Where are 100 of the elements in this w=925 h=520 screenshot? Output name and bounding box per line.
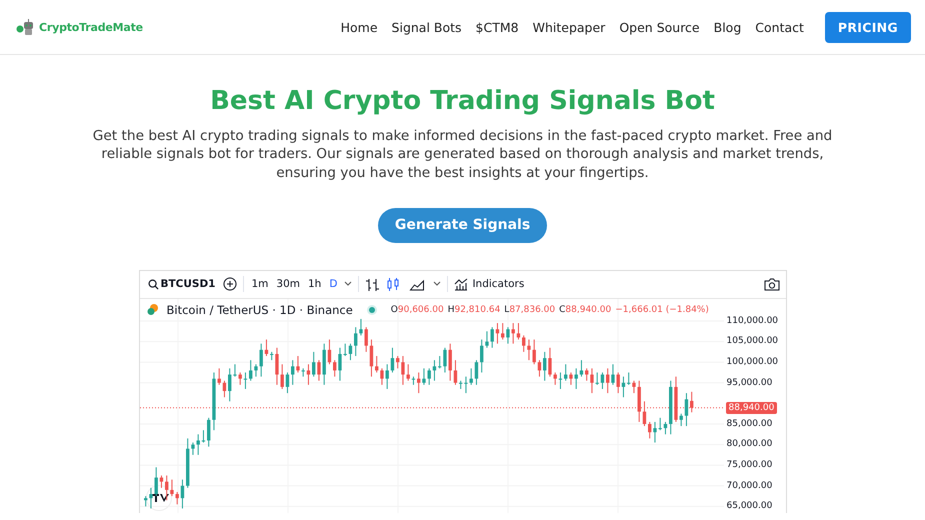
- candlestick: [658, 417, 662, 431]
- interval-tab[interactable]: 1m: [250, 278, 270, 290]
- pricing-button[interactable]: PRICING: [824, 12, 911, 42]
- candlestick: [416, 372, 420, 394]
- candlestick: [648, 421, 651, 439]
- ohlc-value: L87,836.00: [504, 304, 556, 315]
- candlestick: [610, 364, 614, 386]
- candlestick: [290, 360, 294, 386]
- candlestick: [522, 334, 525, 352]
- indicators-icon: [454, 278, 468, 291]
- candlestick: [574, 368, 578, 390]
- bar-chart-icon[interactable]: [365, 276, 380, 292]
- intro-text: Get the best AI crypto trading signals to make informed decisions in the fast-paced crypto market. Free and reliable signals bot for traders. Our signals are generated based on thorough analysis and market trends, ensuring you have the best insights at your fingertips.: [92, 127, 834, 182]
- candlestick: [374, 355, 378, 373]
- price-axis-label: 95,000.00: [726, 378, 772, 388]
- candlestick: [532, 338, 536, 365]
- candlestick: [679, 413, 682, 426]
- candlestick: [364, 326, 368, 352]
- price-axis-label: 80,000.00: [726, 439, 772, 450]
- chevron-down-icon[interactable]: [433, 281, 442, 288]
- candlestick: [154, 466, 158, 496]
- candlestick: [217, 368, 220, 386]
- search-icon: [148, 278, 158, 290]
- candlestick: [616, 372, 620, 394]
- ohlc-value: C88,940.00: [559, 304, 612, 315]
- candlestick: [506, 326, 510, 344]
- chevron-down-icon[interactable]: [344, 281, 352, 288]
- candlestick: [312, 351, 315, 378]
- symbol-search-button[interactable]: BTCUSD1: [146, 278, 218, 290]
- candlestick: [553, 372, 556, 386]
- candlestick: [369, 338, 373, 378]
- price-axis-label: 100,000.00: [726, 357, 778, 368]
- candlestick: [448, 343, 452, 382]
- nav-link[interactable]: Home: [340, 20, 378, 34]
- candlestick: [511, 322, 514, 344]
- candlestick: [480, 338, 483, 373]
- nav-link[interactable]: Contact: [755, 20, 804, 34]
- candlestick: [469, 368, 472, 386]
- coin-icon: [146, 303, 158, 316]
- price-axis-label: 75,000.00: [726, 460, 772, 470]
- candlestick: [495, 322, 499, 344]
- candlestick: [690, 391, 693, 413]
- candlestick: [606, 368, 609, 394]
- candlestick: [537, 360, 541, 378]
- price-axis-label: 105,000.00: [726, 336, 778, 346]
- camera-icon[interactable]: [764, 278, 780, 291]
- candlestick: [438, 355, 441, 369]
- candlestick: [626, 372, 630, 386]
- nav-link[interactable]: $CTM8: [476, 20, 519, 34]
- candlestick: [458, 380, 462, 390]
- candlestick: [348, 343, 352, 361]
- candlestick: [500, 322, 504, 340]
- price-change: −1,666.01 (−1.84%): [615, 304, 709, 315]
- candlestick: [542, 351, 546, 382]
- candlestick: [564, 364, 567, 382]
- candlestick: [280, 364, 284, 390]
- candlestick: [248, 360, 252, 382]
- candlestick: [238, 372, 242, 386]
- nav-link[interactable]: Blog: [714, 20, 742, 34]
- candlestick: [427, 368, 430, 386]
- last-price-label: 88,940.00: [726, 402, 778, 414]
- interval-tab[interactable]: 1h: [307, 278, 322, 290]
- candlestick: [196, 434, 200, 456]
- nav-link[interactable]: Whitepaper: [532, 20, 606, 34]
- interval-tab[interactable]: D: [328, 278, 338, 290]
- indicators-button[interactable]: Indicators: [454, 278, 524, 291]
- candlestick: [164, 474, 168, 501]
- symbol-title: Bitcoin / TetherUS · 1D · Binance: [166, 302, 353, 317]
- candlestick: [343, 343, 346, 356]
- candlestick: [259, 343, 262, 378]
- candlestick: [490, 326, 494, 348]
- ohlc-value: O90,606.00: [390, 304, 444, 315]
- price-axis-label: 110,000.00: [726, 316, 778, 326]
- page-title: Best AI Crypto Trading Signals Bot: [210, 86, 715, 116]
- candlestick: [600, 372, 604, 390]
- candlestick: [144, 495, 147, 507]
- price-axis-label: 85,000.00: [726, 418, 772, 429]
- market-status-dot: [368, 306, 375, 313]
- candlestick: [595, 372, 598, 386]
- interval-tab[interactable]: 30m: [275, 278, 301, 290]
- candlestick: [590, 368, 594, 394]
- price-axis-label: 65,000.00: [726, 501, 772, 512]
- generate-signals-button[interactable]: Generate Signals: [378, 208, 548, 243]
- ohlc-value: H92,810.64: [448, 304, 500, 315]
- candlestick: [422, 368, 426, 386]
- candlestick: [385, 364, 388, 390]
- candlestick: [406, 364, 410, 382]
- nav-link[interactable]: Signal Bots: [392, 20, 462, 34]
- candlestick: [584, 368, 588, 382]
- add-symbol-button[interactable]: [223, 277, 238, 292]
- candlestick: [228, 368, 231, 402]
- price-axis-label: 70,000.00: [726, 480, 772, 491]
- candlestick: [206, 417, 210, 448]
- candlestick: [332, 360, 336, 378]
- candlestick: [358, 318, 362, 336]
- nav-link[interactable]: Open Source: [619, 20, 700, 34]
- candlestick: [175, 491, 178, 505]
- candlestick-icon[interactable]: [386, 276, 402, 292]
- candlestick: [396, 355, 399, 369]
- candlestick: [354, 326, 357, 356]
